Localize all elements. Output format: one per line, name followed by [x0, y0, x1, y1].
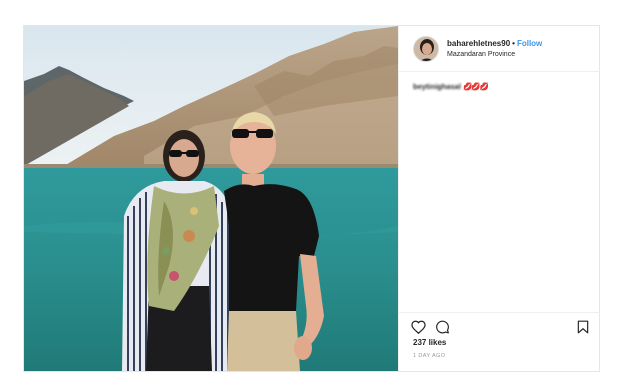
post-sidebar: baharehletnes90 • Follow Mazandaran Provin…	[398, 26, 600, 372]
heart-icon[interactable]	[411, 320, 426, 339]
avatar[interactable]	[413, 36, 439, 62]
post-header: baharehletnes90 • Follow Mazandaran Provin…	[399, 26, 600, 72]
separator-dot: •	[512, 39, 515, 48]
post-timestamp: 1 DAY AGO	[413, 353, 446, 359]
comment-icon[interactable]	[435, 320, 450, 339]
comment-text: 💋💋💋	[463, 82, 489, 91]
comment: beytinighasal 💋💋💋	[413, 82, 489, 91]
username-link[interactable]: baharehletnes90	[447, 39, 510, 48]
post-actions: 237 likes 1 DAY AGO	[399, 312, 600, 372]
follow-button[interactable]: Follow	[517, 39, 542, 48]
post-photo[interactable]	[24, 26, 398, 371]
post-author: baharehletnes90 • Follow	[447, 39, 542, 48]
likes-count[interactable]: 237 likes	[413, 338, 446, 347]
instagram-post: baharehletnes90 • Follow Mazandaran Provin…	[23, 25, 600, 372]
comment-username[interactable]: beytinighasal	[413, 82, 461, 91]
bookmark-icon[interactable]	[577, 320, 589, 339]
location-link[interactable]: Mazandaran Province	[447, 51, 515, 58]
